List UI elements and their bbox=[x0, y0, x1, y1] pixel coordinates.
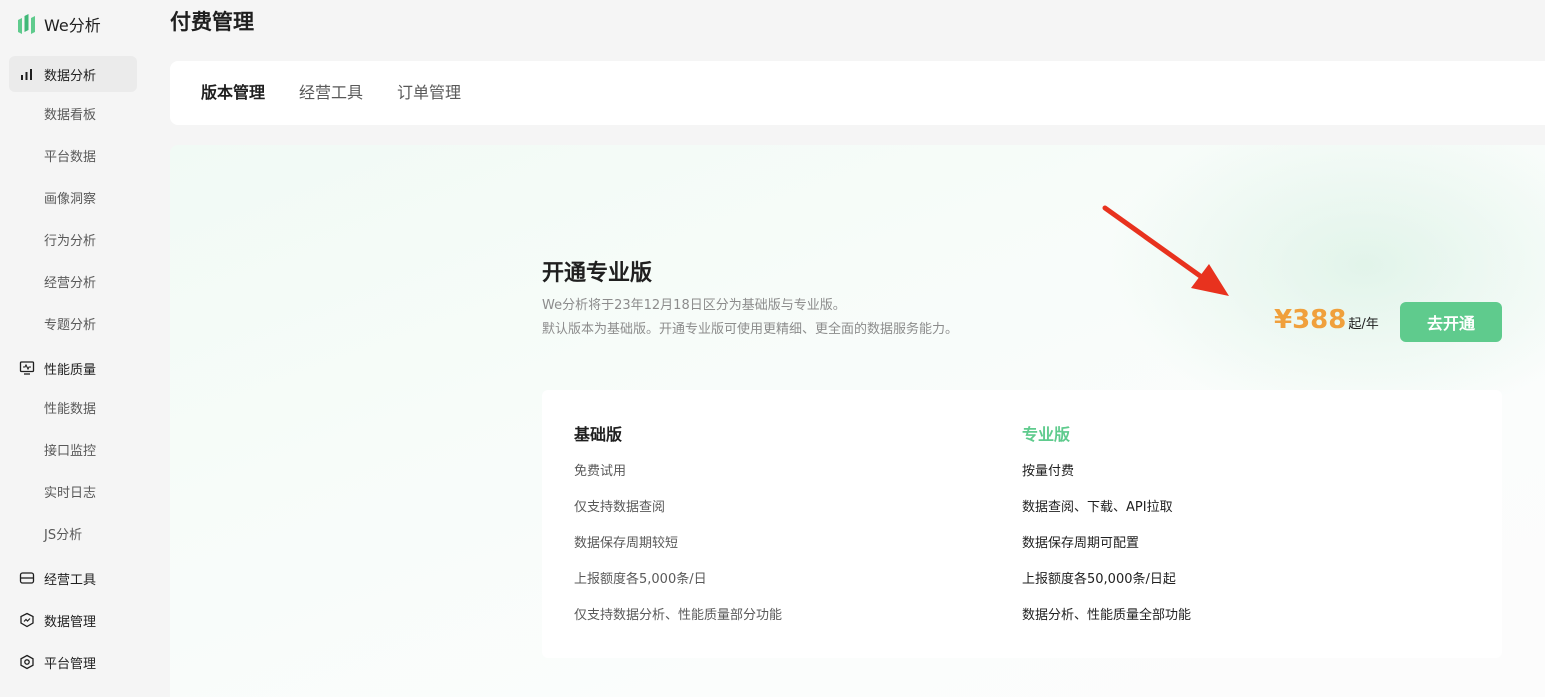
price-unit: 起/年 bbox=[1348, 317, 1379, 332]
pro-price: ¥388 起/年 bbox=[1274, 305, 1379, 335]
toolbox-icon bbox=[18, 569, 36, 587]
pro-version-title: 专业版 bbox=[1022, 425, 1071, 444]
nav-group-label: 数据管理 bbox=[44, 614, 97, 630]
sidebar: We分析 数据分析 数据看板 平台数据 画像洞察 行为分析 经营分析 专题分析 … bbox=[0, 0, 148, 697]
nav-group-label: 经营工具 bbox=[44, 572, 97, 588]
bar-chart-icon bbox=[18, 65, 36, 83]
nav-group-label: 数据分析 bbox=[44, 68, 97, 84]
basic-feature-item: 仅支持数据查阅 bbox=[574, 500, 666, 515]
pro-offer-title: 开通专业版 bbox=[542, 261, 653, 286]
monitor-icon bbox=[18, 359, 36, 377]
pro-feature-item: 数据保存周期可配置 bbox=[1022, 536, 1140, 551]
nav-item-realtime-log[interactable]: 实时日志 bbox=[44, 484, 96, 504]
brand[interactable]: We分析 bbox=[16, 10, 101, 38]
version-comparison-card: 基础版 专业版 免费试用 仅支持数据查阅 数据保存周期较短 上报额度各5,000… bbox=[542, 390, 1502, 658]
price-value: ¥388 bbox=[1274, 305, 1347, 335]
nav-group-label: 性能质量 bbox=[44, 362, 97, 378]
nav-item-portrait-insight[interactable]: 画像洞察 bbox=[44, 190, 96, 210]
page-title: 付费管理 bbox=[170, 10, 254, 34]
pro-feature-item: 数据查阅、下载、API拉取 bbox=[1022, 500, 1173, 515]
tab-order-management[interactable]: 订单管理 bbox=[397, 81, 461, 105]
nav-item-api-monitor[interactable]: 接口监控 bbox=[44, 442, 96, 462]
nav-group-business-tools[interactable]: 经营工具 bbox=[9, 560, 137, 596]
pro-feature-item: 上报额度各50,000条/日起 bbox=[1022, 572, 1176, 587]
pro-feature-item: 数据分析、性能质量全部功能 bbox=[1022, 608, 1192, 623]
basic-feature-item: 数据保存周期较短 bbox=[574, 536, 679, 551]
nav-group-label: 平台管理 bbox=[44, 656, 97, 672]
red-arrow-annotation-icon bbox=[1102, 205, 1229, 296]
nav-item-topic-analysis[interactable]: 专题分析 bbox=[44, 316, 96, 336]
basic-feature-item: 免费试用 bbox=[574, 464, 627, 479]
pro-feature-item: 按量付费 bbox=[1022, 464, 1075, 479]
brand-name: We分析 bbox=[44, 16, 101, 35]
tab-version-management[interactable]: 版本管理 bbox=[201, 81, 265, 105]
nav-group-platform-management[interactable]: 平台管理 bbox=[9, 644, 137, 680]
shield-chart-icon bbox=[18, 611, 36, 629]
nav-group-data-analysis[interactable]: 数据分析 bbox=[9, 56, 137, 92]
basic-feature-item: 上报额度各5,000条/日 bbox=[574, 572, 707, 587]
basic-version-title: 基础版 bbox=[574, 425, 623, 444]
open-pro-button[interactable]: 去开通 bbox=[1400, 302, 1502, 342]
tab-business-tools[interactable]: 经营工具 bbox=[299, 81, 363, 105]
tabs-bar: 版本管理 经营工具 订单管理 bbox=[170, 61, 1545, 125]
nav-group-performance-quality[interactable]: 性能质量 bbox=[9, 350, 137, 386]
pro-offer-desc-line1: We分析将于23年12月18日区分为基础版与专业版。 bbox=[542, 298, 846, 313]
nav-group-data-management[interactable]: 数据管理 bbox=[9, 602, 137, 638]
basic-feature-item: 仅支持数据分析、性能质量部分功能 bbox=[574, 608, 783, 623]
nav-item-dashboard[interactable]: 数据看板 bbox=[44, 106, 96, 126]
nav-item-performance-data[interactable]: 性能数据 bbox=[44, 400, 96, 420]
nav-item-business-analysis[interactable]: 经营分析 bbox=[44, 274, 96, 294]
nav-item-js-analysis[interactable]: JS分析 bbox=[44, 526, 82, 546]
hexagon-settings-icon bbox=[18, 653, 36, 671]
nav-item-behavior-analysis[interactable]: 行为分析 bbox=[44, 232, 96, 252]
pro-offer-desc-line2: 默认版本为基础版。开通专业版可使用更精细、更全面的数据服务能力。 bbox=[542, 322, 959, 337]
nav-item-platform-data[interactable]: 平台数据 bbox=[44, 148, 96, 168]
version-content-card: 开通专业版 We分析将于23年12月18日区分为基础版与专业版。 默认版本为基础… bbox=[170, 145, 1545, 697]
brand-logo-icon bbox=[18, 14, 35, 34]
